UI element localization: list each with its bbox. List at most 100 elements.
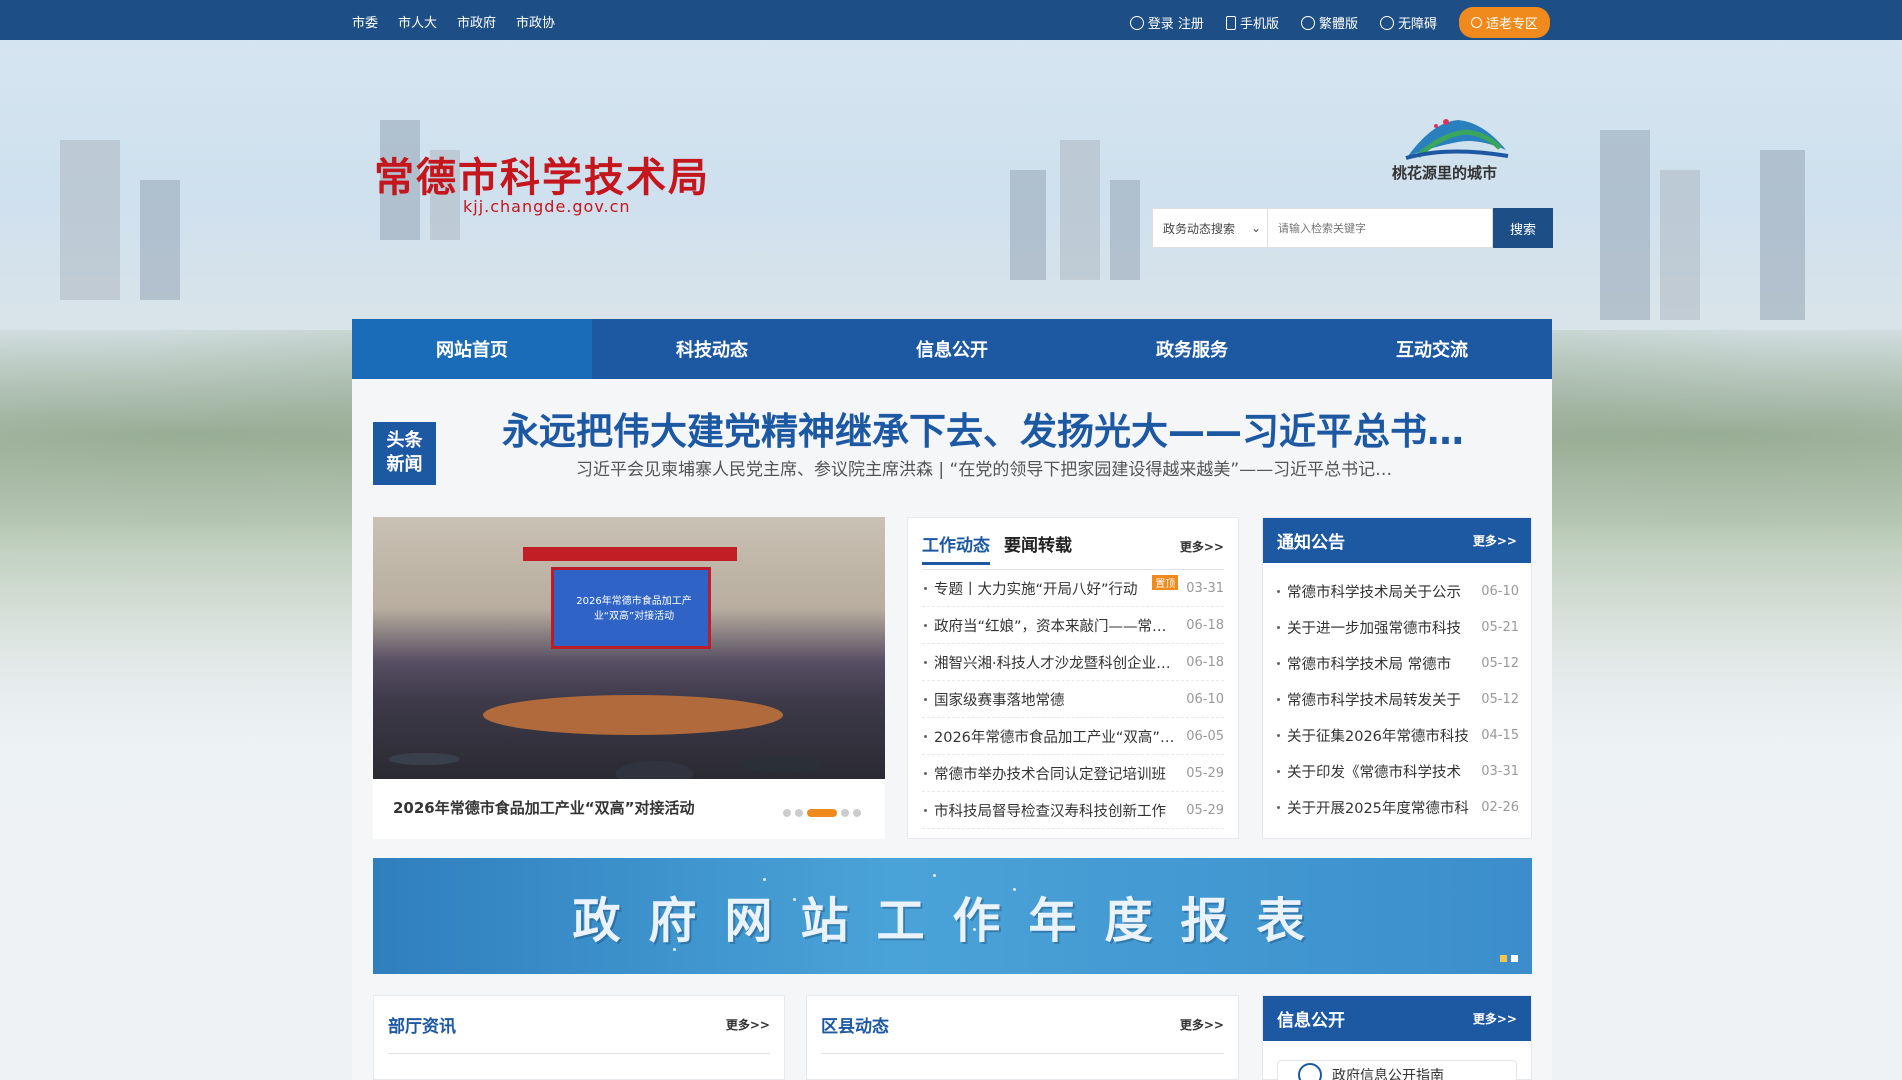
screen-text: 2026年常德市食品加工产业“双高”对接活动 xyxy=(576,596,692,622)
info-disclosure-box: 信息公开 更多>> 政府信息公开指南 xyxy=(1262,995,1532,1080)
slider-caption[interactable]: 2026年常德市食品加工产业“双高”对接活动 xyxy=(393,797,694,818)
link-city-government[interactable]: 市政府 xyxy=(457,12,496,31)
list-item[interactable]: 市科技局督导检查汉寿科技创新工作 05-29 xyxy=(922,792,1224,829)
county-news-more-link[interactable]: 更多>> xyxy=(1180,1016,1224,1033)
news-date: 05-29 xyxy=(1186,765,1224,781)
nav-gov-services[interactable]: 政务服务 xyxy=(1072,319,1312,379)
list-item[interactable]: 常德市科学技术局 常德市 05-12 xyxy=(1275,645,1519,681)
top-links: 市委 市人大 市政府 市政协 xyxy=(352,12,555,31)
globe-icon xyxy=(1300,15,1315,30)
mobile-label: 手机版 xyxy=(1239,17,1279,32)
list-item[interactable]: 关于开展2025年度常德市科 02-26 xyxy=(1275,789,1519,825)
headline-badge: 头条 新闻 xyxy=(373,422,436,485)
news-title: 政府当“红娘”，资本来敲门——常德市 xyxy=(922,615,1178,636)
link-city-cppcc[interactable]: 市政协 xyxy=(516,12,555,31)
site-url: kjj.changde.gov.cn xyxy=(463,197,631,216)
news-title: 常德市举办技术合同认定登记培训班 xyxy=(922,763,1178,784)
nav-interaction[interactable]: 互动交流 xyxy=(1312,319,1552,379)
banner-text: 政府网站工作年度报表 xyxy=(572,893,1333,949)
tab-work-news[interactable]: 工作动态 xyxy=(922,531,990,565)
news-title: 专题丨大力实施“开局八好”行动 xyxy=(922,578,1149,599)
elder-icon xyxy=(1470,17,1482,28)
list-item[interactable]: 常德市科学技术局关于公示 06-10 xyxy=(1275,573,1519,609)
tab-reprinted-news[interactable]: 要闻转载 xyxy=(1004,531,1072,556)
login-register-link[interactable]: 登录 注册 xyxy=(1129,13,1204,32)
notice-item-title: 关于印发《常德市科学技术 xyxy=(1275,761,1473,782)
info-disclosure-more-link[interactable]: 更多>> xyxy=(1473,1010,1517,1027)
info-disclosure-header: 信息公开 更多>> xyxy=(1263,996,1531,1041)
notice-item-title: 常德市科学技术局 常德市 xyxy=(1275,653,1473,674)
site-title[interactable]: 常德市科学技术局 xyxy=(374,145,710,203)
slider-dot[interactable] xyxy=(795,809,803,817)
search-bar: 政务动态搜索 ⌄ 搜索 xyxy=(1152,208,1553,248)
compass-icon xyxy=(1298,1063,1322,1080)
chevron-down-icon: ⌄ xyxy=(1250,221,1261,235)
nav-home[interactable]: 网站首页 xyxy=(352,319,592,379)
list-item[interactable]: 2026年常德市食品加工产业“双高”对接活动 06-05 xyxy=(922,718,1224,755)
link-city-committee[interactable]: 市委 xyxy=(352,12,378,31)
notice-item-title: 常德市科学技术局关于公示 xyxy=(1275,581,1473,602)
news-date: 06-10 xyxy=(1186,691,1224,707)
notice-list: 常德市科学技术局关于公示 06-10 关于进一步加强常德市科技 05-21 常德… xyxy=(1263,563,1531,825)
nav-tech-news[interactable]: 科技动态 xyxy=(592,319,832,379)
link-city-congress[interactable]: 市人大 xyxy=(398,12,437,31)
dept-news-header: 部厅资讯 更多>> xyxy=(388,996,770,1054)
notice-item-title: 关于征集2026年常德市科技 xyxy=(1275,725,1473,746)
news-date: 05-29 xyxy=(1186,802,1224,818)
banner-dot[interactable] xyxy=(1511,955,1518,962)
nav-info-disclosure[interactable]: 信息公开 xyxy=(832,319,1072,379)
list-item[interactable]: 政府当“红娘”，资本来敲门——常德市 06-18 xyxy=(922,607,1224,644)
notice-item-date: 06-10 xyxy=(1481,583,1519,599)
notice-item-date: 02-26 xyxy=(1481,799,1519,815)
mobile-link[interactable]: 手机版 xyxy=(1225,13,1279,32)
list-item[interactable]: 关于印发《常德市科学技术 03-31 xyxy=(1275,753,1519,789)
banner-dot[interactable] xyxy=(1500,955,1507,962)
notice-item-date: 05-12 xyxy=(1481,691,1519,707)
elder-label: 适老专区 xyxy=(1485,17,1538,32)
accessibility-label: 无障碍 xyxy=(1397,17,1437,32)
list-item[interactable]: 常德市科学技术局转发关于 05-12 xyxy=(1275,681,1519,717)
city-slogan: 桃花源里的城市 xyxy=(1392,164,1498,182)
list-item[interactable]: 常德市举办技术合同认定登记培训班 05-29 xyxy=(922,755,1224,792)
traditional-chinese-link[interactable]: 繁體版 xyxy=(1300,13,1358,32)
dept-news-more-link[interactable]: 更多>> xyxy=(726,1016,770,1033)
news-more-link[interactable]: 更多>> xyxy=(1180,538,1224,555)
dept-news-title[interactable]: 部厅资讯 xyxy=(388,1012,456,1037)
headline-title[interactable]: 永远把伟大建党精神继承下去、发扬光大——习近平总书记在庆祝中国共产党成立 xyxy=(502,401,1482,455)
list-item[interactable]: 关于进一步加强常德市科技 05-21 xyxy=(1275,609,1519,645)
slider-dot-active[interactable] xyxy=(807,809,837,817)
notice-box: 通知公告 更多>> 常德市科学技术局关于公示 06-10 关于进一步加强常德市科… xyxy=(1262,517,1532,839)
slider-dot[interactable] xyxy=(853,809,861,817)
badge-line-1: 头条 xyxy=(386,430,423,451)
news-date: 06-05 xyxy=(1186,728,1224,744)
banner-dots xyxy=(1500,955,1518,962)
slider-dot[interactable] xyxy=(841,809,849,817)
search-input[interactable] xyxy=(1268,208,1493,248)
slider-dot[interactable] xyxy=(783,809,791,817)
guide-label: 政府信息公开指南 xyxy=(1332,1068,1444,1080)
info-disclosure-title: 信息公开 xyxy=(1277,1011,1345,1031)
disclosure-guide-link[interactable]: 政府信息公开指南 xyxy=(1277,1060,1517,1080)
slider-dots xyxy=(783,809,861,817)
list-item[interactable]: 国家级赛事落地常德 06-10 xyxy=(922,681,1224,718)
accessibility-link[interactable]: 无障碍 xyxy=(1379,13,1437,32)
list-item[interactable]: 湘智兴湘·科技人才沙龙暨科创企业对接会 06-18 xyxy=(922,644,1224,681)
news-title: 国家级赛事落地常德 xyxy=(922,689,1178,710)
notice-more-link[interactable]: 更多>> xyxy=(1473,532,1517,549)
county-news-title[interactable]: 区县动态 xyxy=(821,1012,889,1037)
list-item[interactable]: 关于征集2026年常德市科技 04-15 xyxy=(1275,717,1519,753)
headline-subtitle[interactable]: 习近平会见柬埔寨人民党主席、参议院主席洪森 | “在党的领导下把家园建设得越来越… xyxy=(576,455,1406,480)
search-button[interactable]: 搜索 xyxy=(1493,208,1553,248)
annual-report-banner[interactable]: 政府网站工作年度报表 xyxy=(373,858,1532,974)
news-list: 专题丨大力实施“开局八好”行动 置顶 03-31 政府当“红娘”，资本来敲门——… xyxy=(922,570,1224,829)
search-scope-select[interactable]: 政务动态搜索 ⌄ xyxy=(1152,208,1268,248)
news-title: 市科技局督导检查汉寿科技创新工作 xyxy=(922,800,1178,821)
notice-item-date: 05-12 xyxy=(1481,655,1519,671)
badge-line-2: 新闻 xyxy=(386,454,423,475)
phone-icon xyxy=(1225,15,1236,30)
elder-mode-button[interactable]: 适老专区 xyxy=(1458,7,1550,38)
notice-item-date: 05-21 xyxy=(1481,619,1519,635)
list-item[interactable]: 专题丨大力实施“开局八好”行动 置顶 03-31 xyxy=(922,570,1224,607)
dept-news-box: 部厅资讯 更多>> xyxy=(373,995,785,1080)
slider-photo[interactable]: 2026年常德市食品加工产业“双高”对接活动 xyxy=(373,517,885,779)
